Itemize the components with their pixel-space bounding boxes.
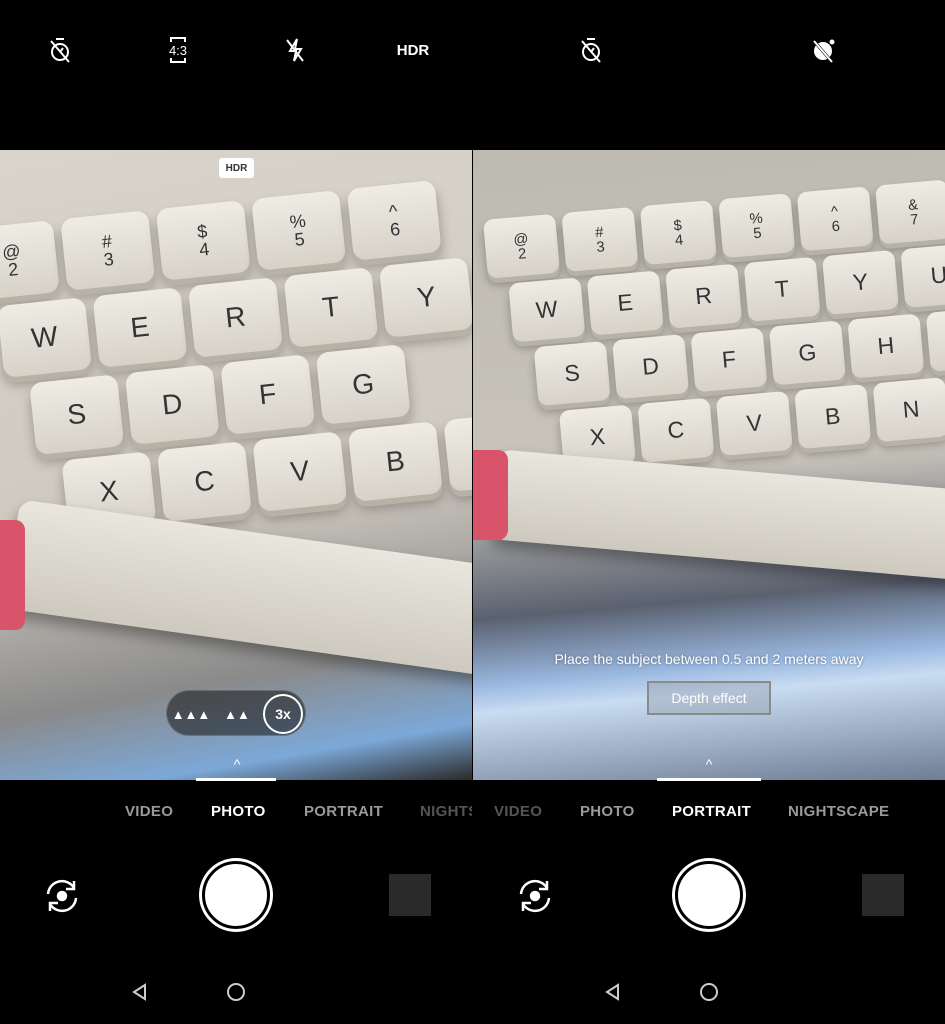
keycap: T [743,256,821,322]
keycap: W [0,297,93,378]
hdr-badge: HDR [219,158,254,178]
mode-photo[interactable]: PHOTO [211,803,266,820]
keycap: T [283,267,379,348]
keycap: G [768,320,846,386]
keycap: V [715,390,793,456]
camera-portrait-mode: @ 2# 3$ 4% 5^ 6& 7WERTYUSDFGHJXCVBN Plac… [473,0,945,1024]
keycap: J [925,306,945,372]
gallery-thumbnail[interactable] [389,874,431,916]
shutter-button[interactable] [675,861,743,929]
chevron-up-icon[interactable]: ^ [699,756,719,772]
keycap: ^ 6 [346,179,442,261]
timer-off-icon[interactable] [577,36,605,64]
keycap: & 7 [875,179,945,245]
keycap: C [156,441,252,523]
keycap: D [124,364,220,445]
keycap: @ 2 [483,213,561,279]
keycap: $ 4 [155,200,251,281]
keycap: S [29,374,125,456]
back-icon[interactable] [130,982,150,1002]
keyboard-scene: @ 2# 3$ 4% 5^ 6WERTYSDFGXCVBH [0,172,472,547]
mode-indicator [196,778,276,781]
keycap: N [872,377,945,443]
keycap: S [533,340,611,407]
keycap: % 5 [251,190,347,271]
keycap: B [794,384,872,450]
mode-nightscape[interactable]: NIGHTSCAPE [788,803,889,820]
keycap: # 3 [561,206,639,272]
beauty-off-icon[interactable] [810,36,838,64]
trees-three-icon: ▲▲▲ [171,706,211,722]
keycap: R [665,263,743,329]
zoom-3x-button[interactable]: 3x [263,694,303,734]
keycap: % 5 [718,193,796,259]
keycap: H [847,313,925,379]
keycap: F [220,354,316,435]
mode-portrait[interactable]: PORTRAIT [672,803,751,820]
keyboard-scene: @ 2# 3$ 4% 5^ 6& 7WERTYUSDFGHJXCVBN [483,176,945,481]
keycap: R [187,277,283,358]
gallery-thumbnail[interactable] [862,874,904,916]
keycap: E [586,270,664,336]
keycap: H [443,411,472,492]
keycap: @ 2 [0,220,60,301]
keycap: F [690,327,768,393]
red-keycap-scene [473,450,508,540]
spacebar-scene [4,499,472,681]
keycap: ^ 6 [796,186,874,252]
switch-camera-button[interactable] [515,876,555,916]
zoom-1x-button[interactable]: ▲▲ [217,694,257,734]
switch-camera-button[interactable] [42,876,82,916]
timer-off-icon[interactable] [46,36,74,64]
red-keycap-scene [0,520,25,630]
mode-portrait[interactable]: PORTRAIT [304,803,383,820]
mode-video[interactable]: VIDEO [494,803,542,820]
keycap: E [92,287,188,368]
aspect-ratio-button[interactable]: 4:3 [164,36,192,64]
trees-two-icon: ▲▲ [224,706,250,722]
zoom-selector: ▲▲▲ ▲▲ 3x [166,690,306,736]
keycap: W [508,277,586,343]
mode-nightscape[interactable]: NIGHTS [420,803,472,820]
keycap: B [347,421,443,502]
keycap: U [900,243,945,309]
flash-off-icon[interactable] [281,36,309,64]
mode-indicator [657,778,761,781]
home-icon[interactable] [226,982,246,1002]
mode-photo[interactable]: PHOTO [580,803,635,820]
shutter-button[interactable] [202,861,270,929]
chevron-up-icon[interactable]: ^ [227,756,247,772]
home-icon[interactable] [699,982,719,1002]
spacebar-scene [489,449,945,581]
keycap: # 3 [60,210,156,291]
keycap: D [612,334,690,400]
keycap: V [252,431,348,513]
camera-photo-mode: 4:3 HDR @ 2# 3$ 4% 5^ 6WERTYSDFGXCVBH HD… [0,0,472,1024]
keycap: G [315,344,411,425]
depth-effect-label: Depth effect [647,681,771,715]
mode-video[interactable]: VIDEO [125,803,173,820]
hdr-button[interactable]: HDR [396,36,430,64]
zoom-wide-button[interactable]: ▲▲▲ [171,694,211,734]
keycap: $ 4 [639,199,717,266]
keycap: C [637,397,715,463]
keycap: Y [378,257,472,338]
viewfinder[interactable]: @ 2# 3$ 4% 5^ 6WERTYSDFGXCVBH [0,150,472,780]
back-icon[interactable] [603,982,623,1002]
distance-hint: Place the subject between 0.5 and 2 mete… [554,651,864,667]
keycap: Y [822,249,900,316]
